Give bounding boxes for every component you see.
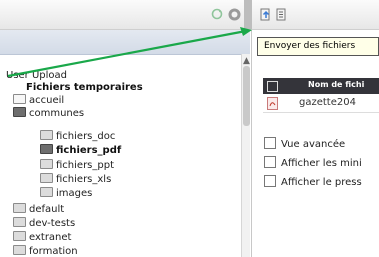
annotation-arrow <box>7 27 252 78</box>
